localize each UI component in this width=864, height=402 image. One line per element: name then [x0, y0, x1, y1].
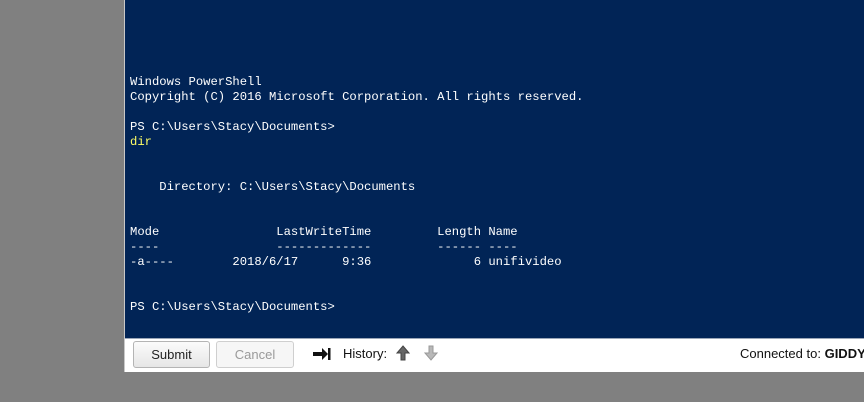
- tab-arrow-icon[interactable]: [313, 347, 331, 361]
- connection-status: Connected to: GIDDY: [740, 346, 864, 361]
- connected-label: Connected to:: [740, 346, 821, 361]
- terminal-output[interactable]: Windows PowerShell Copyright (C) 2016 Mic…: [125, 0, 864, 339]
- submit-button[interactable]: Submit: [133, 341, 210, 368]
- terminal-prompt: PS C:\Users\Stacy\Documents>: [130, 120, 335, 134]
- arrow-up-icon[interactable]: [395, 345, 411, 361]
- powershell-window: Windows PowerShell Copyright (C) 2016 Mic…: [124, 0, 864, 372]
- listing-header-underline: ---- ------------- ------ ----: [130, 240, 518, 254]
- cancel-button[interactable]: Cancel: [216, 341, 294, 368]
- arrow-down-icon[interactable]: [423, 345, 439, 361]
- command-toolbar: Submit Cancel History: Connected to: GID…: [125, 339, 864, 372]
- listing-column-headers: Mode LastWriteTime Length Name: [130, 225, 518, 239]
- terminal-line: Copyright (C) 2016 Microsoft Corporation…: [130, 90, 584, 104]
- terminal-text: Windows PowerShell Copyright (C) 2016 Mic…: [130, 75, 583, 315]
- directory-header: Directory: C:\Users\Stacy\Documents: [130, 180, 416, 194]
- terminal-prompt: PS C:\Users\Stacy\Documents>: [130, 300, 335, 314]
- listing-row: -a---- 2018/6/17 9:36 6 unifivideo: [130, 255, 562, 269]
- terminal-line: Windows PowerShell: [130, 75, 262, 89]
- history-label: History:: [343, 346, 388, 361]
- terminal-command: dir: [130, 135, 152, 149]
- connected-host: GIDDY: [824, 346, 864, 361]
